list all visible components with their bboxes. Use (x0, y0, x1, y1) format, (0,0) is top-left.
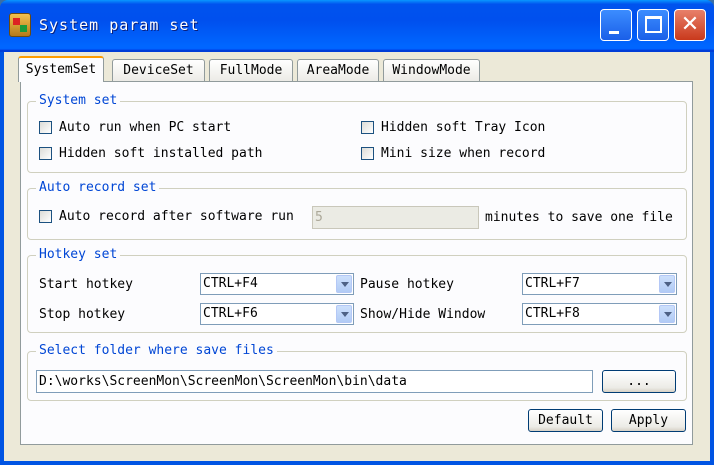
showhide-hotkey-label: Show/Hide Window (360, 307, 486, 322)
minimize-button[interactable] (600, 9, 632, 41)
folder-path-input[interactable]: D:\works\ScreenMon\ScreenMon\ScreenMon\b… (36, 370, 593, 393)
window-title: System param set (39, 16, 200, 34)
minimize-icon (609, 31, 619, 34)
close-button[interactable]: ✕ (674, 9, 706, 41)
showhide-hotkey-value: CTRL+F8 (525, 306, 580, 321)
maximize-icon (645, 16, 662, 33)
hotkey-group: Hotkey set Start hotkey CTRL+F4 Pause ho… (27, 246, 687, 333)
auto-record-group: Auto record set Auto record after softwa… (27, 179, 687, 240)
mini-size-checkbox[interactable]: Mini size when record (361, 146, 545, 161)
auto-record-checkbox-label: Auto record after software run (59, 209, 294, 224)
apply-button[interactable]: Apply (611, 409, 686, 432)
system-set-label: System set (36, 92, 121, 110)
dialog-window: System param set ✕ SystemSet DeviceSet F… (0, 0, 714, 465)
pause-hotkey-value: CTRL+F7 (525, 276, 580, 291)
checkbox-box[interactable] (39, 121, 52, 134)
chevron-down-icon[interactable] (659, 275, 675, 293)
maximize-button[interactable] (637, 9, 669, 41)
auto-record-checkbox[interactable]: Auto record after software run (39, 209, 294, 224)
auto-run-checkbox[interactable]: Auto run when PC start (39, 120, 231, 135)
checkbox-box[interactable] (39, 210, 52, 223)
auto-record-label: Auto record set (36, 179, 160, 197)
tab-systemset[interactable]: SystemSet (18, 56, 104, 82)
start-hotkey-value: CTRL+F4 (203, 276, 258, 291)
pause-hotkey-label: Pause hotkey (360, 277, 454, 292)
default-button[interactable]: Default (528, 409, 603, 432)
hidden-tray-checkbox[interactable]: Hidden soft Tray Icon (361, 120, 545, 135)
minutes-input[interactable]: 5 (312, 206, 479, 229)
chevron-down-icon[interactable] (336, 305, 352, 323)
chevron-down-icon[interactable] (659, 305, 675, 323)
checkbox-box[interactable] (361, 121, 374, 134)
browse-button[interactable]: ... (602, 370, 676, 393)
pause-hotkey-select[interactable]: CTRL+F7 (522, 273, 677, 295)
system-set-group: System set Auto run when PC start Hidden… (27, 92, 687, 173)
stop-hotkey-label: Stop hotkey (39, 307, 126, 322)
auto-run-label: Auto run when PC start (59, 120, 232, 135)
chevron-down-icon[interactable] (336, 275, 352, 293)
folder-group: Select folder where save files D:\works\… (27, 342, 687, 401)
close-icon: ✕ (680, 12, 700, 37)
tab-fullmode[interactable]: FullMode (209, 59, 293, 81)
showhide-hotkey-select[interactable]: CTRL+F8 (522, 303, 677, 325)
checkbox-box[interactable] (39, 147, 52, 160)
checkbox-box[interactable] (361, 147, 374, 160)
stop-hotkey-value: CTRL+F6 (203, 306, 258, 321)
tab-areamode[interactable]: AreaMode (297, 59, 379, 81)
tab-panel-systemset: System set Auto run when PC start Hidden… (20, 81, 693, 445)
title-bar[interactable]: System param set ✕ (0, 0, 714, 52)
stop-hotkey-select[interactable]: CTRL+F6 (200, 303, 354, 325)
app-icon[interactable] (9, 13, 31, 37)
dialog-body: SystemSet DeviceSet FullMode AreaMode Wi… (4, 52, 710, 461)
minutes-suffix: minutes to save one file (485, 210, 673, 225)
mini-size-label: Mini size when record (381, 146, 546, 161)
start-hotkey-label: Start hotkey (39, 277, 133, 292)
hidden-path-checkbox[interactable]: Hidden soft installed path (39, 146, 263, 161)
tab-windowmode[interactable]: WindowMode (383, 59, 480, 81)
folder-label: Select folder where save files (36, 342, 277, 360)
tab-deviceset[interactable]: DeviceSet (112, 59, 205, 81)
hotkey-label: Hotkey set (36, 246, 121, 264)
hidden-path-label: Hidden soft installed path (59, 146, 263, 161)
start-hotkey-select[interactable]: CTRL+F4 (200, 273, 354, 295)
hidden-tray-label: Hidden soft Tray Icon (381, 120, 546, 135)
